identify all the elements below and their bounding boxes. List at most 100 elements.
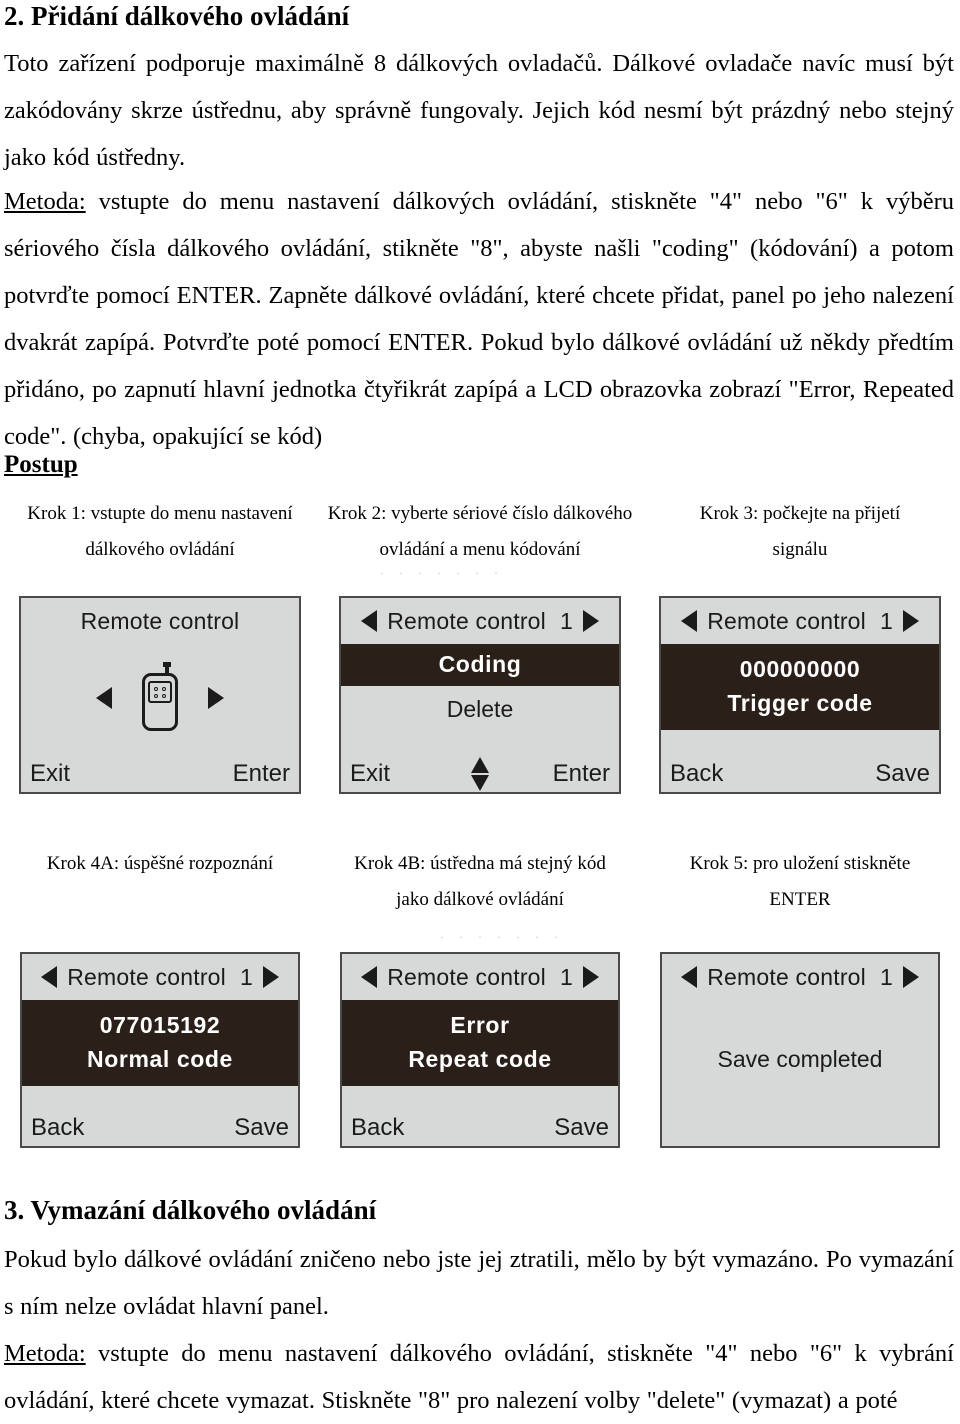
scan-artifact-dots-row2: · · · · · · · bbox=[440, 930, 564, 944]
step-caption-3-line1: Krok 3: počkejte na přijetí bbox=[699, 503, 901, 524]
lcd-title-row: Remote control 1 bbox=[342, 954, 618, 1000]
exit-button[interactable]: Exit bbox=[350, 760, 390, 788]
code-display-band: 000000000 Trigger code bbox=[661, 644, 939, 730]
lcd-footer: Exit Enter bbox=[341, 757, 619, 791]
step-caption-2: Krok 2: vyberte sériové číslo dálkového … bbox=[320, 496, 640, 568]
step-captions-row-2: Krok 4A: úspěšné rozpoznání Krok 4B: úst… bbox=[0, 846, 960, 918]
lcd-footer: Exit Enter bbox=[21, 760, 299, 788]
exit-button[interactable]: Exit bbox=[30, 760, 70, 788]
step-caption-1-line1: Krok 1: vstupte do menu nastavení bbox=[27, 503, 293, 524]
intro-paragraph: Toto zařízení podporuje maximálně 8 dálk… bbox=[4, 50, 954, 171]
lcd-footer: Back Save bbox=[342, 1114, 618, 1142]
scan-artifact-dots-row1: · · · · · · · bbox=[380, 566, 504, 580]
lcd-title-row: Remote control bbox=[21, 598, 299, 644]
lcd-title: Remote control bbox=[67, 963, 226, 990]
lcd-screen-coding-menu: Remote control 1 Coding Delete Exit Ente… bbox=[339, 596, 621, 794]
delete-intro-paragraph: Pokud bylo dálkové ovládání zničeno nebo… bbox=[4, 1246, 954, 1320]
enter-button[interactable]: Enter bbox=[553, 760, 610, 788]
down-arrow-icon bbox=[471, 775, 489, 791]
step-caption-2-line2: ovládání a menu kódování bbox=[379, 539, 581, 560]
back-button[interactable]: Back bbox=[670, 760, 723, 788]
lcd-title: Remote control bbox=[707, 607, 866, 634]
left-arrow-icon[interactable] bbox=[361, 610, 378, 632]
error-title: Error bbox=[450, 1012, 510, 1038]
lcd-footer: Back Save bbox=[22, 1114, 298, 1142]
step-caption-5-line2: ENTER bbox=[769, 889, 831, 910]
code-type-label: Normal code bbox=[87, 1046, 233, 1072]
lcd-row-2: Remote control 1 077015192 Normal code B… bbox=[0, 952, 960, 1148]
lcd-slot-4: Remote control 1 077015192 Normal code B… bbox=[0, 952, 320, 1148]
menu-item-delete-label: Delete bbox=[446, 696, 514, 722]
lcd-title-row: Remote control 1 bbox=[341, 598, 619, 644]
step-caption-2-line1: Krok 2: vyberte sériové číslo dálkového bbox=[327, 503, 633, 524]
save-button[interactable]: Save bbox=[875, 760, 930, 788]
page-title: 2. Přidání dálkového ovládání bbox=[4, 1, 350, 31]
step-caption-4b-line1: Krok 4B: ústředna má stejný kód bbox=[354, 853, 606, 874]
lcd-slot-6: Remote control 1 Save completed bbox=[640, 952, 960, 1148]
delete-method-label: Metoda: bbox=[4, 1340, 86, 1367]
lcd-slot-2: Remote control 1 Coding Delete Exit Ente… bbox=[320, 596, 640, 794]
lcd-title-number: 1 bbox=[879, 963, 893, 990]
right-arrow-icon[interactable] bbox=[902, 610, 919, 632]
remote-control-icon bbox=[138, 662, 182, 731]
lcd-slot-3: Remote control 1 000000000 Trigger code … bbox=[640, 596, 960, 794]
lcd-row-1: Remote control Exit Enter Remote control… bbox=[0, 596, 960, 794]
method-body: vstupte do menu nastavení dálkových ovlá… bbox=[4, 188, 954, 450]
remote-button-dot bbox=[162, 686, 166, 691]
right-arrow-icon[interactable] bbox=[902, 966, 919, 988]
enter-button[interactable]: Enter bbox=[233, 760, 290, 788]
menu-item-coding-highlighted[interactable]: Coding bbox=[341, 644, 619, 686]
step-caption-4b-line2: jako dálkové ovládání bbox=[396, 889, 564, 910]
lcd-title-number: 1 bbox=[559, 607, 573, 634]
lcd-title: Remote control bbox=[707, 963, 866, 990]
lcd-screen-error-repeat-code: Remote control 1 Error Repeat code Back … bbox=[340, 952, 620, 1148]
menu-item-delete[interactable]: Delete bbox=[341, 686, 619, 726]
step-caption-4b: Krok 4B: ústředna má stejný kód jako dál… bbox=[320, 846, 640, 918]
delete-method-paragraph: Metoda: vstupte do menu nastavení dálkov… bbox=[4, 1330, 954, 1424]
lcd-title: Remote control bbox=[80, 607, 240, 634]
lcd-title-number: 1 bbox=[559, 963, 573, 990]
method-paragraph: Metoda: vstupte do menu nastavení dálkov… bbox=[4, 178, 954, 460]
step-caption-5: Krok 5: pro uložení stiskněte ENTER bbox=[640, 846, 960, 918]
document-page: 2. Přidání dálkového ovládání Toto zaříz… bbox=[0, 0, 960, 1414]
step-caption-3-line2: signálu bbox=[772, 539, 828, 560]
code-display-band: 077015192 Normal code bbox=[22, 1000, 298, 1086]
up-arrow-icon bbox=[471, 757, 489, 773]
section-heading-delete: 3. Vymazání dálkového ovládání bbox=[4, 1195, 377, 1225]
right-arrow-icon[interactable] bbox=[582, 966, 599, 988]
lcd-screen-normal-code: Remote control 1 077015192 Normal code B… bbox=[20, 952, 300, 1148]
lcd-slot-1: Remote control Exit Enter bbox=[0, 596, 320, 794]
step-caption-1-line2: dálkového ovládání bbox=[85, 539, 235, 560]
lcd-title-number: 1 bbox=[879, 607, 893, 634]
lcd-title-row: Remote control 1 bbox=[22, 954, 298, 1000]
lcd-title: Remote control bbox=[387, 963, 546, 990]
back-button[interactable]: Back bbox=[31, 1114, 84, 1142]
right-arrow-icon[interactable] bbox=[582, 610, 599, 632]
lcd-footer: Back Save bbox=[661, 760, 939, 788]
menu-item-coding-label: Coding bbox=[438, 651, 522, 677]
left-arrow-icon[interactable] bbox=[681, 966, 698, 988]
code-value: 000000000 bbox=[739, 656, 861, 682]
save-button[interactable]: Save bbox=[234, 1114, 289, 1142]
left-arrow-icon[interactable] bbox=[681, 610, 698, 632]
right-arrow-icon[interactable] bbox=[208, 687, 224, 709]
remote-button-dot bbox=[154, 686, 158, 691]
code-type-label: Trigger code bbox=[727, 690, 873, 716]
left-arrow-icon[interactable] bbox=[96, 687, 112, 709]
left-arrow-icon[interactable] bbox=[41, 966, 58, 988]
code-value: 077015192 bbox=[99, 1012, 221, 1038]
procedure-heading: Postup bbox=[4, 451, 78, 478]
save-button[interactable]: Save bbox=[554, 1114, 609, 1142]
right-arrow-icon[interactable] bbox=[262, 966, 279, 988]
step-caption-4a: Krok 4A: úspěšné rozpoznání bbox=[0, 846, 320, 918]
up-down-arrow-icon[interactable] bbox=[471, 757, 489, 791]
remote-button-dot bbox=[162, 693, 166, 698]
back-button[interactable]: Back bbox=[351, 1114, 404, 1142]
left-arrow-icon[interactable] bbox=[361, 966, 378, 988]
step-caption-1: Krok 1: vstupte do menu nastavení dálkov… bbox=[0, 496, 320, 568]
remote-button-panel bbox=[148, 681, 172, 703]
delete-method-body: vstupte do menu nastavení dálkového ovlá… bbox=[4, 1340, 954, 1414]
lcd-title-row: Remote control 1 bbox=[662, 954, 938, 1000]
step-captions-row-1: Krok 1: vstupte do menu nastavení dálkov… bbox=[0, 496, 960, 568]
save-completed-message-wrap: Save completed bbox=[662, 1000, 938, 1076]
